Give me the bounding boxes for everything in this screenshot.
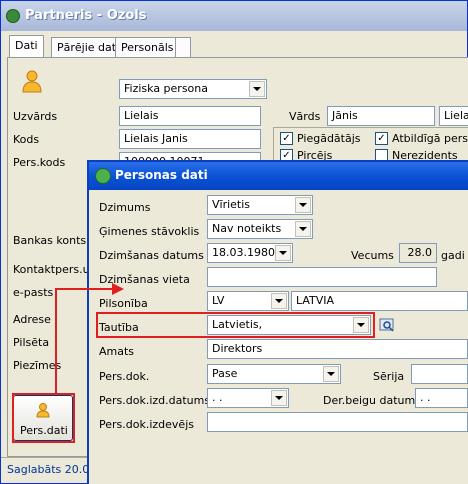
- label-kods: Kods: [13, 133, 40, 146]
- serija-field[interactable]: [411, 364, 468, 384]
- label-pilseta: Pilsēta: [13, 336, 50, 349]
- label-gimenes: Ģimenes stāvoklis: [99, 225, 200, 238]
- label-adrese: Adrese: [13, 313, 51, 326]
- main-title-bar: Partneris - Ozols: [1, 1, 467, 31]
- uzvards-field[interactable]: Lielais: [119, 106, 261, 126]
- atbildiga-label: Atbildīgā pers...: [392, 132, 468, 145]
- pilsoniba-name-field[interactable]: LATVIA: [291, 291, 468, 311]
- lookup-icon[interactable]: [379, 317, 395, 333]
- tab-extra[interactable]: [175, 37, 191, 57]
- label-vards: Vārds: [289, 110, 321, 123]
- label-izd-datums: Pers.dok.izd.datums: [99, 394, 211, 407]
- pers-dok-select[interactable]: Pase: [207, 364, 341, 384]
- label-izdevejs: Pers.dok.izdevējs: [99, 418, 194, 431]
- vards-field[interactable]: Jānis: [327, 106, 435, 126]
- label-pers-dok: Pers.dok.: [99, 370, 150, 383]
- label-dzimums: Dzimums: [99, 201, 151, 214]
- tab-personals[interactable]: Personāls: [115, 37, 180, 57]
- highlight-tautiba: [96, 312, 375, 338]
- label-epasts: e-pasts: [13, 286, 54, 299]
- der-datums-field[interactable]: . .: [415, 388, 468, 408]
- kods-field[interactable]: Lielais Janis: [119, 129, 261, 149]
- dzimums-select[interactable]: Vīrietis: [207, 195, 313, 215]
- label-uzvards: Uzvārds: [13, 110, 58, 123]
- label-bankas-konts: Bankas konts: [13, 234, 87, 247]
- label-gadi: gadi: [441, 249, 465, 262]
- label-serija: Sērija: [373, 370, 405, 383]
- dzim-vieta-field[interactable]: [207, 267, 437, 287]
- izd-datums-field[interactable]: . .: [207, 388, 289, 408]
- highlight-pers-dati: [12, 393, 75, 443]
- arrowhead-icon: [112, 283, 124, 295]
- dialog-title-bar: Personas dati: [89, 162, 468, 190]
- label-amats: Amats: [99, 345, 135, 358]
- label-der-datums: Der.beigu datums: [323, 394, 421, 407]
- chevron-down-icon[interactable]: [275, 245, 291, 261]
- amats-field[interactable]: Direktors: [207, 339, 468, 359]
- app-icon: [95, 168, 111, 184]
- personas-dati-dialog: Personas dati Dzimums Vīrietis Ģimenes s…: [87, 160, 468, 484]
- window-title: Partneris - Ozols: [25, 8, 147, 23]
- person-icon: [22, 70, 42, 93]
- izdevejs-field[interactable]: [207, 412, 468, 432]
- label-dzim-datums: Dzimšanas datums: [99, 249, 204, 262]
- chevron-down-icon[interactable]: [271, 390, 287, 406]
- piegadatajs-label: Piegādātājs: [297, 132, 361, 145]
- annotation-arrow-horizontal: [55, 288, 115, 290]
- chevron-down-icon[interactable]: [271, 293, 287, 309]
- chevron-down-icon[interactable]: [295, 221, 311, 237]
- status-text: Saglabāts 20.03.: [7, 463, 100, 476]
- gimenes-select[interactable]: Nav noteikts: [207, 219, 313, 239]
- piegadatajs-checkbox[interactable]: ✓: [280, 132, 293, 145]
- pilsoniba-select[interactable]: LV: [207, 291, 289, 311]
- label-vecums: Vecums: [351, 249, 394, 262]
- person-type-select[interactable]: Fiziska persona: [119, 79, 267, 99]
- label-pilsoniba: Pilsonība: [99, 297, 148, 310]
- annotation-arrow-vertical: [55, 288, 57, 394]
- dzim-datums-field[interactable]: 18.03.1980: [207, 243, 293, 263]
- label-pers-kods: Pers.kods: [13, 156, 66, 169]
- atbildiga-checkbox[interactable]: ✓: [375, 132, 388, 145]
- chevron-down-icon[interactable]: [249, 81, 265, 97]
- vecums-field: 28.0: [399, 243, 437, 263]
- chevron-down-icon[interactable]: [323, 366, 339, 382]
- vards-extra-field[interactable]: Lielais: [439, 106, 468, 126]
- chevron-down-icon[interactable]: [295, 197, 311, 213]
- dialog-title: Personas dati: [115, 168, 208, 182]
- app-icon: [6, 9, 20, 23]
- tab-dati[interactable]: Dati: [9, 35, 44, 57]
